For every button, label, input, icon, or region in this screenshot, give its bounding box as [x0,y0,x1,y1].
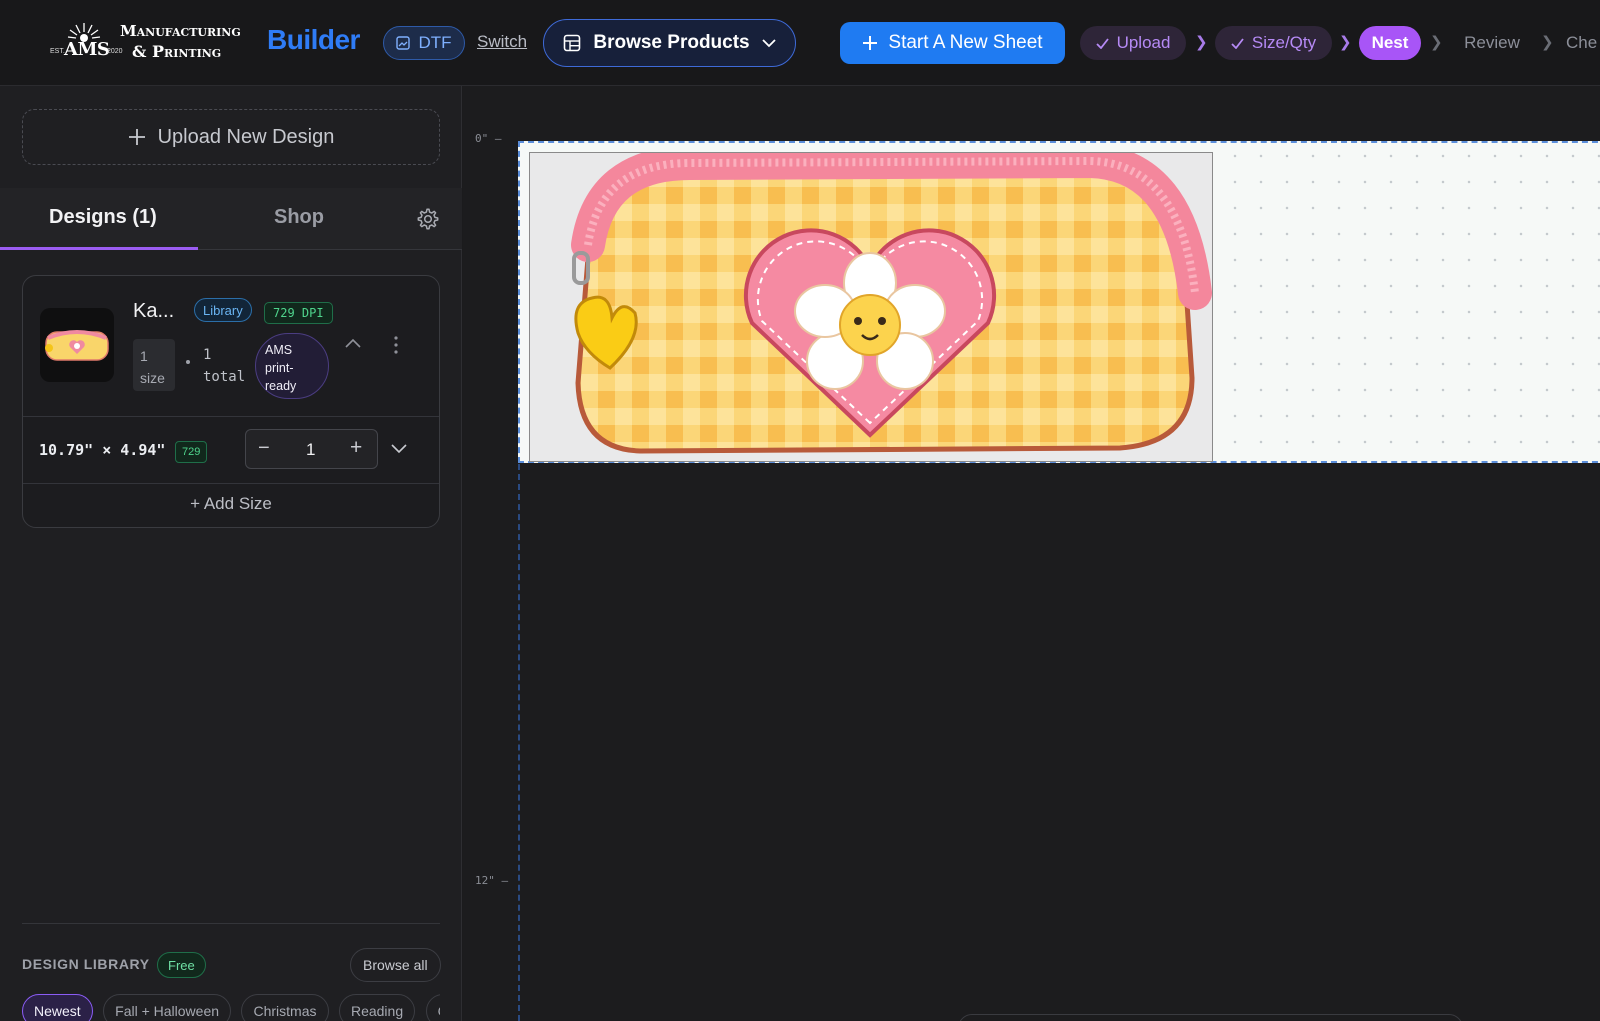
chevron-right-icon: ❯ [1195,34,1208,51]
pencil-pouch-design-icon [571,153,1212,454]
ams-print-ready-badge: AMS print- ready [255,333,329,399]
design-card[interactable]: Ka... Library 729 DPI 1 size 1 total AMS… [22,275,440,528]
separator-dot [186,360,190,364]
check-icon [1095,37,1109,49]
logo-est: EST. [50,48,65,55]
sidebar-tabs: Designs (1) Shop [0,188,462,250]
step-upload-label: Upload [1116,33,1171,52]
pencil-pouch-thumbnail-icon [45,330,109,361]
dtf-mode-button[interactable]: DTF [383,26,465,60]
ready-line-1: AMS [265,343,293,357]
chevron-right-icon: ❯ [1541,34,1554,51]
start-new-sheet-button[interactable]: Start A New Sheet [840,22,1065,64]
dpi-badge: 729 DPI [264,302,333,324]
browse-products-button[interactable]: Browse Products [543,19,796,67]
card-divider [23,483,439,484]
upload-new-design-button[interactable]: Upload New Design [22,109,440,165]
size-count-number: 1 [140,348,148,364]
ruler-label-bottom: 12" — [475,874,509,887]
step-review[interactable]: Review [1452,26,1532,60]
nest-canvas[interactable]: 0" — 12" — [463,86,1600,1021]
logo-line1: Manufacturing [120,22,241,40]
size-count: 1 size [133,339,175,391]
quantity-value[interactable]: 1 [306,440,315,460]
total-count: 1 total [203,344,253,388]
chevron-right-icon: ❯ [1430,34,1443,51]
left-sidebar: Upload New Design Designs (1) Shop Ka...… [0,86,462,1021]
sheet-edge-guide [518,464,520,1021]
ams-logo[interactable]: EST. AMS 2020 Manufacturing & Printing [50,20,241,66]
placed-design[interactable] [529,152,1213,462]
chevron-down-icon[interactable] [391,444,407,454]
logo-ams: AMS [64,39,110,60]
step-checkout-label: Che [1566,33,1598,52]
total-count-unit: total [203,369,246,385]
design-thumbnail[interactable] [40,308,114,382]
check-icon [1231,37,1244,49]
plus-icon: + [190,494,201,513]
start-new-sheet-label: Start A New Sheet [888,32,1043,53]
free-badge: Free [157,952,206,978]
step-size-qty-label: Size/Qty [1251,33,1317,52]
gear-icon[interactable] [416,207,440,231]
add-size-button[interactable]: + Add Size [23,494,439,514]
chip-newest[interactable]: Newest [22,994,93,1021]
step-nest-label: Nest [1371,33,1409,52]
app-root: EST. AMS 2020 Manufacturing & Printing B… [0,0,1600,1021]
chevron-up-icon[interactable] [345,338,361,348]
browse-all-button[interactable]: Browse all [350,948,441,982]
dtf-mode-label: DTF [418,33,452,52]
ready-line-3: ready [265,379,297,393]
ready-line-2: print- [265,361,294,375]
plus-icon [128,129,145,145]
step-checkout[interactable]: Che [1566,26,1600,60]
gang-sheet[interactable] [518,141,1600,463]
chevron-down-icon [761,38,776,47]
library-filter-chips: Newest Fall + Halloween Christmas Readin… [22,994,440,1021]
library-divider [22,923,440,924]
plus-icon [863,36,878,50]
logo-year: 2020 [107,48,123,55]
tab-designs[interactable]: Designs (1) [49,206,157,229]
browse-products-label: Browse Products [593,32,750,53]
dpi-small-badge: 729 [175,441,208,463]
size-count-unit: size [140,370,165,386]
increment-button[interactable]: + [350,436,362,460]
step-review-label: Review [1464,33,1520,52]
tab-shop[interactable]: Shop [274,206,324,229]
upload-new-design-label: Upload New Design [157,125,335,148]
more-vertical-icon[interactable] [394,336,398,354]
builder-title: Builder [267,24,360,55]
quantity-stepper: − 1 + [245,429,378,469]
design-name: Ka... [133,300,175,322]
logo-line2: & Printing [132,42,222,61]
step-nest[interactable]: Nest [1359,26,1421,60]
library-badge: Library [194,298,252,322]
chevron-right-icon: ❯ [1339,34,1352,51]
card-divider [23,416,439,417]
active-tab-indicator [0,247,198,250]
chip-reading[interactable]: Reading [338,994,416,1021]
design-dimensions: 10.79" × 4.94" [39,441,166,459]
step-size-qty[interactable]: Size/Qty [1215,26,1332,60]
bottom-toolbar[interactable] [958,1014,1463,1021]
design-library-title: DESIGN LIBRARY [22,956,150,972]
switch-link[interactable]: Switch [477,32,527,52]
step-upload[interactable]: Upload [1080,26,1186,60]
chip-fall-halloween[interactable]: Fall + Halloween [103,994,232,1021]
top-header: EST. AMS 2020 Manufacturing & Printing B… [0,0,1600,86]
decrement-button[interactable]: − [258,437,270,460]
ruler-label-top: 0" — [475,132,502,145]
chip-christmas[interactable]: Christmas [241,994,329,1021]
add-size-label: Add Size [203,494,272,513]
chip-more[interactable]: C [425,994,440,1021]
grid-icon [564,34,581,52]
image-icon [396,36,411,50]
total-count-number: 1 [203,347,212,363]
